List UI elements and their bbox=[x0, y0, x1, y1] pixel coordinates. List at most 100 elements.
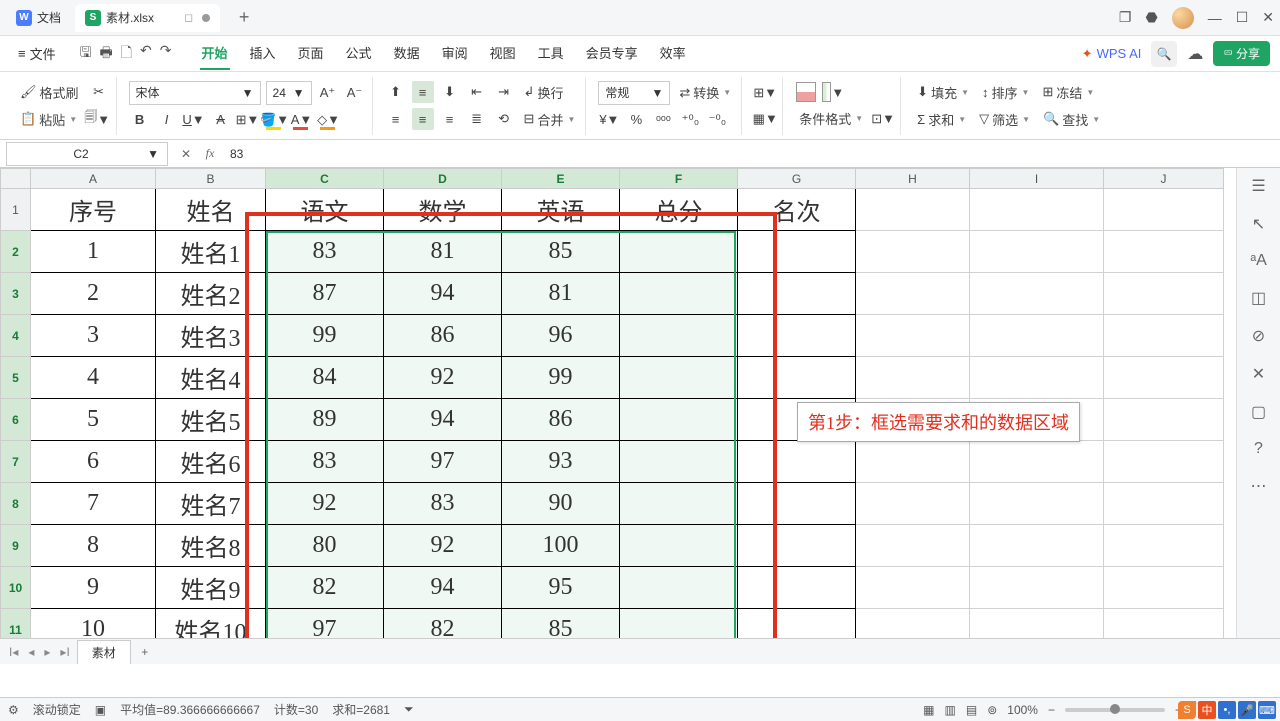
cell[interactable]: 86 bbox=[384, 315, 502, 357]
cell[interactable]: 82 bbox=[384, 609, 502, 639]
filter-button[interactable]: ▽筛选▼ bbox=[975, 108, 1034, 131]
number-format-select[interactable]: 常规▼ bbox=[598, 81, 670, 105]
cell[interactable] bbox=[738, 567, 856, 609]
cell[interactable] bbox=[1104, 525, 1224, 567]
cell[interactable]: 86 bbox=[502, 399, 620, 441]
tab-formula[interactable]: 公式 bbox=[344, 37, 374, 70]
cell[interactable] bbox=[620, 609, 738, 639]
cell[interactable] bbox=[856, 231, 970, 273]
cell[interactable]: 4 bbox=[31, 357, 156, 399]
close-button[interactable]: ✕ bbox=[1262, 9, 1274, 26]
cell[interactable] bbox=[620, 231, 738, 273]
cell[interactable] bbox=[1104, 399, 1224, 441]
comma-button[interactable]: ᵒᵒᵒ bbox=[652, 109, 674, 131]
col-header-G[interactable]: G bbox=[738, 169, 856, 189]
cell[interactable]: 姓名10 bbox=[156, 609, 266, 639]
view-normal-icon[interactable]: ▦ bbox=[923, 703, 934, 717]
cell[interactable]: 姓名9 bbox=[156, 567, 266, 609]
wps-ai-button[interactable]: ✦ WPS AI bbox=[1082, 46, 1142, 62]
increase-decimal-button[interactable]: ⁺⁰₀ bbox=[679, 109, 701, 131]
format-as-table-button[interactable]: ▦▼ bbox=[754, 108, 776, 130]
cell[interactable]: 90 bbox=[502, 483, 620, 525]
cell[interactable]: 84 bbox=[266, 357, 384, 399]
cell[interactable] bbox=[856, 567, 970, 609]
fx-button[interactable]: fx bbox=[198, 142, 222, 166]
currency-button[interactable]: ¥▼ bbox=[598, 109, 620, 131]
cell[interactable]: 92 bbox=[266, 483, 384, 525]
align-middle-button[interactable]: ≡ bbox=[412, 81, 434, 103]
cell[interactable]: 93 bbox=[502, 441, 620, 483]
share-button[interactable]: ⮹ 分享 bbox=[1213, 41, 1270, 66]
cell[interactable] bbox=[620, 483, 738, 525]
cell[interactable] bbox=[738, 609, 856, 639]
tab-tools[interactable]: 工具 bbox=[536, 37, 566, 70]
cloud-icon[interactable]: ☁ bbox=[1187, 44, 1203, 64]
col-header-I[interactable]: I bbox=[970, 169, 1104, 189]
file-menu[interactable]: ≡ 文件 bbox=[10, 40, 64, 67]
print-icon[interactable]: 🖶 bbox=[100, 42, 113, 66]
cell[interactable] bbox=[970, 231, 1104, 273]
tab-xlsx[interactable]: S 素材.xlsx ◻ bbox=[75, 4, 220, 32]
cell[interactable]: 姓名1 bbox=[156, 231, 266, 273]
cell[interactable] bbox=[620, 273, 738, 315]
cell[interactable] bbox=[620, 399, 738, 441]
header-cell[interactable]: 名次 bbox=[738, 189, 856, 231]
tab-review[interactable]: 审阅 bbox=[440, 37, 470, 70]
col-header-H[interactable]: H bbox=[856, 169, 970, 189]
cell[interactable] bbox=[970, 525, 1104, 567]
avatar[interactable] bbox=[1172, 7, 1194, 29]
cube-icon[interactable]: ⬣ bbox=[1145, 9, 1157, 26]
tab-view[interactable]: 视图 bbox=[488, 37, 518, 70]
cell[interactable] bbox=[738, 315, 856, 357]
redo-icon[interactable]: ↷ bbox=[160, 42, 172, 66]
name-box[interactable]: C2 ▼ bbox=[6, 142, 168, 166]
fill-color-button[interactable]: 🪣▼ bbox=[264, 109, 286, 131]
target-icon[interactable]: ⊚ bbox=[987, 703, 997, 717]
tab-member[interactable]: 会员专享 bbox=[584, 37, 640, 70]
header-cell[interactable]: 英语 bbox=[502, 189, 620, 231]
cell[interactable] bbox=[856, 441, 970, 483]
header-cell[interactable]: 总分 bbox=[620, 189, 738, 231]
clear-format-button[interactable]: ◇▼ bbox=[318, 109, 340, 131]
cell[interactable] bbox=[970, 189, 1104, 231]
orientation-button[interactable]: ⟲ bbox=[493, 108, 515, 130]
cell[interactable] bbox=[1104, 273, 1224, 315]
row-header-3[interactable]: 3 bbox=[1, 273, 31, 315]
cell[interactable]: 89 bbox=[266, 399, 384, 441]
indent-increase-button[interactable]: ⇥ bbox=[493, 81, 515, 103]
row-header-10[interactable]: 10 bbox=[1, 567, 31, 609]
find-button[interactable]: 🔍查找▼ bbox=[1039, 108, 1104, 131]
record-icon[interactable]: ▣ bbox=[95, 703, 106, 717]
cell[interactable]: 99 bbox=[502, 357, 620, 399]
cell[interactable]: 100 bbox=[502, 525, 620, 567]
save-icon[interactable]: 🖫 bbox=[80, 42, 92, 66]
conditional-format-button[interactable]: 条件格式▼ bbox=[795, 107, 867, 130]
cell[interactable] bbox=[1104, 189, 1224, 231]
row-header-7[interactable]: 7 bbox=[1, 441, 31, 483]
bold-button[interactable]: B bbox=[129, 109, 151, 131]
font-color-button[interactable]: A▼ bbox=[291, 109, 313, 131]
tab-doc[interactable]: W 文档 bbox=[6, 4, 71, 32]
cell[interactable]: 姓名2 bbox=[156, 273, 266, 315]
underline-button[interactable]: U▼ bbox=[183, 109, 205, 131]
book-icon[interactable]: ▢ bbox=[1251, 402, 1266, 422]
cell[interactable] bbox=[970, 567, 1104, 609]
zoom-slider[interactable] bbox=[1065, 708, 1165, 712]
percent-button[interactable]: % bbox=[625, 109, 647, 131]
cell[interactable]: 1 bbox=[31, 231, 156, 273]
cell[interactable]: 姓名3 bbox=[156, 315, 266, 357]
search-button[interactable]: 🔍 bbox=[1151, 41, 1177, 67]
cell[interactable]: 82 bbox=[266, 567, 384, 609]
row-header-8[interactable]: 8 bbox=[1, 483, 31, 525]
sort-button[interactable]: ↕排序▼ bbox=[978, 81, 1033, 104]
col-header-E[interactable]: E bbox=[502, 169, 620, 189]
cell[interactable] bbox=[620, 441, 738, 483]
cell[interactable] bbox=[1104, 567, 1224, 609]
cell[interactable]: 81 bbox=[384, 231, 502, 273]
tool-icon[interactable]: ✕ bbox=[1252, 364, 1265, 384]
cell[interactable]: 94 bbox=[384, 567, 502, 609]
more-icon[interactable]: ⋯ bbox=[1251, 476, 1267, 496]
cell[interactable]: 92 bbox=[384, 525, 502, 567]
sheet-first-button[interactable]: I◂ bbox=[6, 645, 21, 659]
cell[interactable]: 92 bbox=[384, 357, 502, 399]
